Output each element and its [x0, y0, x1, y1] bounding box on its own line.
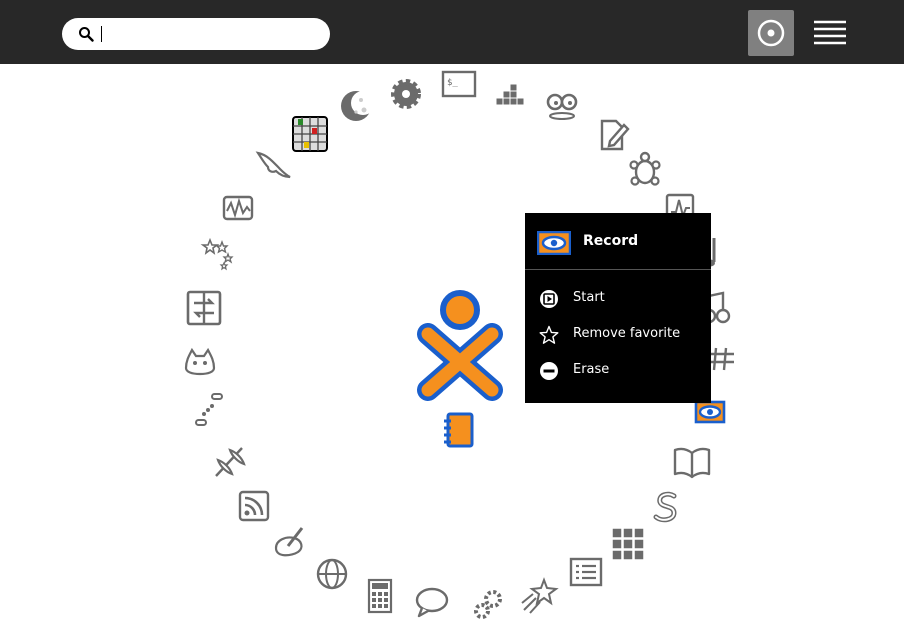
activity-palette: Record Start Remove favorite Erase — [525, 213, 711, 403]
stars-icon[interactable] — [196, 232, 240, 276]
svg-text:$_: $_ — [447, 78, 458, 88]
settings-icon[interactable] — [384, 72, 428, 116]
palette-header: Record — [525, 213, 711, 269]
portfolio-icon[interactable] — [182, 286, 226, 330]
read-icon[interactable] — [670, 440, 714, 484]
paint-icon[interactable] — [268, 522, 312, 566]
text-caret — [101, 26, 102, 42]
shooting-star-icon[interactable] — [516, 574, 560, 618]
list-view-button[interactable] — [806, 10, 852, 56]
browse-icon[interactable] — [310, 552, 354, 596]
maze-board-icon[interactable] — [288, 112, 332, 156]
snake-icon[interactable] — [644, 486, 688, 530]
search-input[interactable] — [100, 24, 320, 44]
erase-menu-item[interactable]: Erase — [525, 353, 711, 389]
star-icon — [539, 325, 559, 344]
top-toolbar — [0, 0, 904, 64]
start-label: Start — [573, 290, 605, 305]
chat-icon[interactable] — [410, 580, 454, 624]
palette-separator — [525, 269, 711, 270]
search-box[interactable] — [62, 18, 330, 50]
list-view-icon — [814, 20, 846, 45]
news-reader-icon[interactable] — [232, 484, 276, 528]
oscilloscope-icon[interactable] — [216, 186, 260, 230]
calculator-icon[interactable] — [358, 574, 402, 618]
list-icon[interactable] — [564, 550, 608, 594]
erase-icon — [540, 362, 558, 380]
favorites-view-button[interactable] — [748, 10, 794, 56]
palette-title: Record — [583, 233, 639, 249]
xo-person-icon[interactable] — [414, 290, 506, 402]
blocks-icon[interactable] — [606, 522, 650, 566]
start-icon — [540, 290, 558, 308]
remove-favorite-menu-item[interactable]: Remove favorite — [525, 317, 711, 353]
remove-favorite-label: Remove favorite — [573, 326, 681, 341]
gears-icon[interactable] — [466, 582, 510, 626]
cat-icon[interactable] — [178, 338, 222, 382]
moon-icon[interactable] — [334, 84, 378, 128]
record-icon — [537, 231, 571, 255]
dots-icon[interactable] — [188, 388, 232, 432]
erase-label: Erase — [573, 362, 610, 377]
journal-icon[interactable] — [440, 410, 480, 450]
favorites-view-icon — [757, 19, 785, 47]
search-icon — [79, 27, 94, 42]
tetris-icon[interactable] — [490, 74, 534, 118]
terminal-icon[interactable]: $_ — [437, 64, 481, 108]
eyes-icon[interactable] — [540, 84, 584, 128]
start-menu-item[interactable]: Start — [525, 281, 711, 317]
kite-icon[interactable] — [208, 440, 252, 484]
